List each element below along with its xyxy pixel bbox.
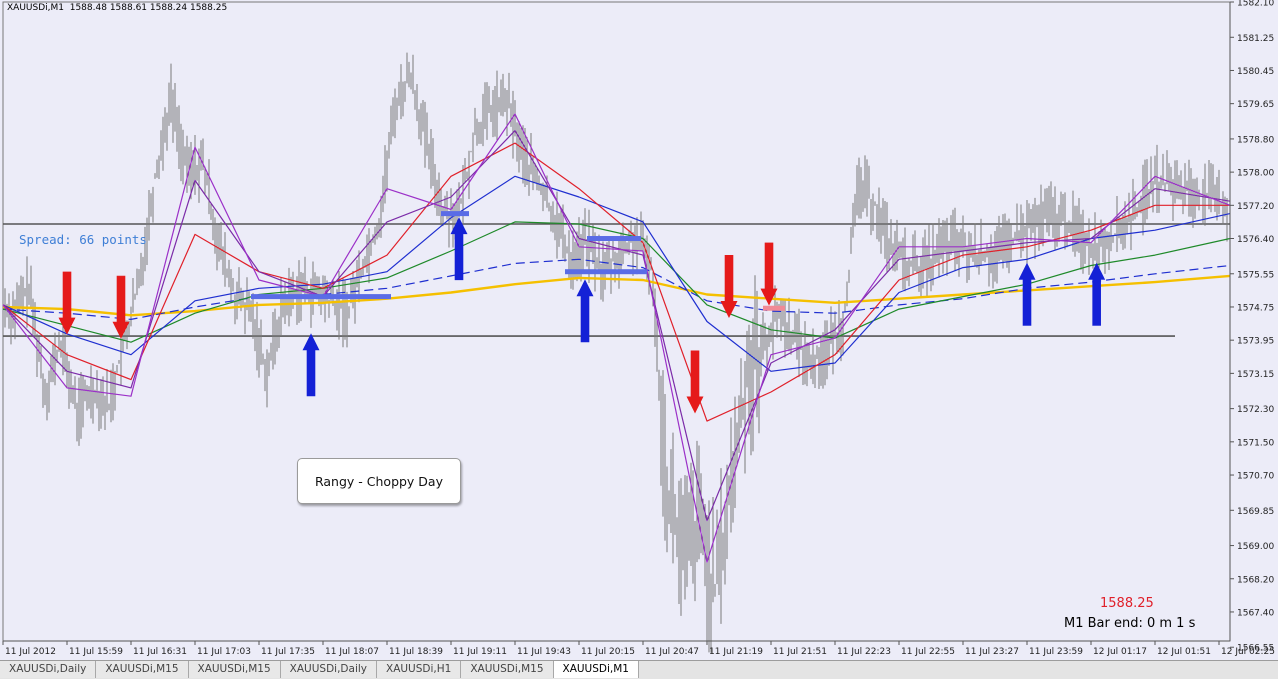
time-tick-label: 11 Jul 22:55 (901, 647, 955, 657)
price-tick-label: 1572.30 (1237, 405, 1274, 415)
annotation-box[interactable]: Rangy - Choppy Day (297, 458, 461, 504)
spread-label: Spread: 66 points (19, 232, 147, 247)
plot-area (2, 1, 1231, 642)
price-tick-label: 1581.25 (1237, 34, 1274, 44)
price-tick-label: 1573.15 (1237, 370, 1274, 380)
symbol-label: XAUUSDi,M1 (7, 3, 64, 13)
price-tick-label: 1578.80 (1237, 135, 1274, 145)
chart-tab[interactable]: XAUUSDi,M15 (96, 661, 189, 678)
time-tick-label: 12 Jul 02:25 (1221, 647, 1275, 657)
price-tick-label: 1570.70 (1237, 472, 1274, 482)
time-tick-label: 11 Jul 16:31 (133, 647, 187, 657)
time-tick-label: 11 Jul 17:03 (197, 647, 251, 657)
chart-tab[interactable]: XAUUSDi,M15 (461, 661, 554, 678)
range-bar (587, 236, 641, 242)
price-tick-label: 1568.20 (1237, 575, 1274, 585)
price-tick-label: 1576.40 (1237, 235, 1274, 245)
chart-tab-bar: XAUUSDi,Daily XAUUSDi,M15 XAUUSDi,M15 XAUUS… (0, 660, 1278, 679)
chart-tab[interactable]: XAUUSDi,M15 (188, 661, 281, 678)
price-tick-label: 1569.00 (1237, 542, 1274, 552)
price-tick-label: 1573.95 (1237, 337, 1274, 347)
chart-header: XAUUSDi,M1 1588.48 1588.61 1588.24 1588.… (7, 3, 227, 13)
price-tick-label: 1579.65 (1237, 100, 1274, 110)
price-tick-label: 1569.85 (1237, 507, 1274, 517)
price-tick-label: 1580.45 (1237, 67, 1274, 77)
time-tick-label: 11 Jul 15:59 (69, 647, 123, 657)
range-bar (565, 269, 647, 275)
time-tick-label: 11 Jul 21:51 (773, 647, 827, 657)
price-tick-label: 1578.00 (1237, 169, 1274, 179)
chart-tab[interactable]: XAUUSDi,Daily (0, 661, 97, 678)
chart-canvas: 1582.10 1581.25 1580.45 1579.65 1578.80 1578.… (2, 0, 1275, 657)
time-tick-label: 11 Jul 18:07 (325, 647, 379, 657)
range-bar (441, 211, 469, 217)
time-tick-label: 12 Jul 01:51 (1157, 647, 1211, 657)
time-tick-label: 11 Jul 18:39 (389, 647, 443, 657)
price-tick-label: 1571.50 (1237, 438, 1274, 448)
price-tick-label: 1575.55 (1237, 270, 1274, 280)
ohlc-values: 1588.48 1588.61 1588.24 1588.25 (69, 3, 228, 13)
range-bar (763, 305, 785, 311)
time-tick-label: 11 Jul 22:23 (837, 647, 891, 657)
chart-tab[interactable]: XAUUSDi,Daily (280, 661, 377, 678)
bid-price-label: 1588.25 (1100, 596, 1154, 611)
time-tick-label: 11 Jul 23:59 (1029, 647, 1083, 657)
price-tick-label: 1577.20 (1237, 202, 1274, 212)
time-tick-label: 11 Jul 21:19 (709, 647, 763, 657)
time-tick-label: 11 Jul 20:47 (645, 647, 699, 657)
chart-tab[interactable]: XAUUSDi,H1 (377, 661, 462, 678)
time-tick-label: 12 Jul 01:17 (1093, 647, 1147, 657)
time-tick-label: 11 Jul 20:15 (581, 647, 635, 657)
time-tick-label: 11 Jul 19:43 (517, 647, 571, 657)
price-chart[interactable]: 1582.10 1581.25 1580.45 1579.65 1578.80 1578.… (0, 0, 1278, 660)
time-tick-label: 11 Jul 19:11 (453, 647, 507, 657)
price-tick-label: 1567.40 (1237, 608, 1274, 618)
time-tick-label: 11 Jul 17:35 (261, 647, 315, 657)
chart-tab[interactable]: XAUUSDi,M1 (553, 661, 639, 678)
price-tick-label: 1574.75 (1237, 303, 1274, 313)
range-bar (251, 294, 391, 300)
time-tick-label: 11 Jul 23:27 (965, 647, 1019, 657)
time-tick-label: 11 Jul 2012 (5, 647, 56, 657)
annotation-text: Rangy - Choppy Day (314, 473, 443, 489)
price-tick-label: 1582.10 (1237, 0, 1274, 9)
bar-end-timer: M1 Bar end: 0 m 1 s (1064, 616, 1196, 631)
